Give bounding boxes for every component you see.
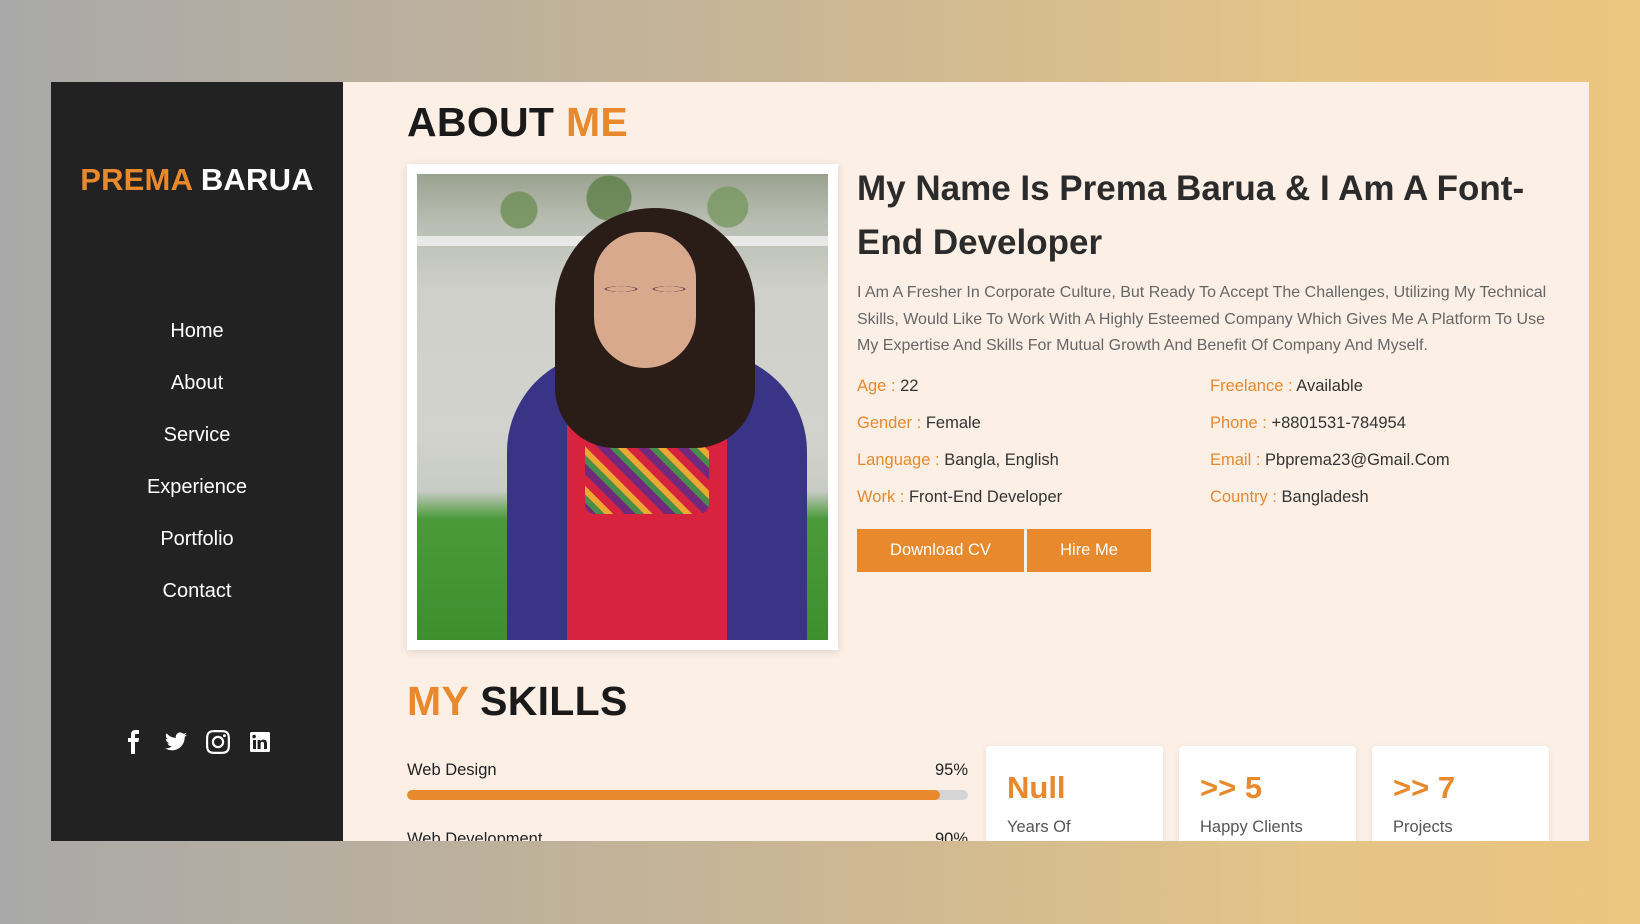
social-links	[51, 728, 343, 756]
info-value: +8801531-784954	[1271, 413, 1406, 432]
about-section-title: ABOUT ME	[407, 99, 628, 146]
stat-number: Null	[1007, 770, 1066, 805]
info-value: Bangla, English	[944, 450, 1059, 469]
skills-title-dark: SKILLS	[480, 678, 628, 724]
nav-item-home[interactable]: Home	[51, 317, 343, 369]
nav-item-experience[interactable]: Experience	[51, 473, 343, 525]
sidebar: PREMA BARUA Home About Service Experienc…	[51, 82, 343, 841]
brand-last: BARUA	[200, 162, 314, 197]
stat-card-years: Null Years Of	[986, 746, 1163, 841]
stat-card-projects: >> 7 Projects	[1372, 746, 1549, 841]
info-key: Phone :	[1210, 413, 1267, 432]
info-age: Age : 22	[857, 374, 1210, 398]
info-value: Available	[1296, 376, 1363, 395]
nav-item-contact[interactable]: Contact	[51, 577, 343, 629]
skill-percent: 95%	[934, 761, 968, 779]
info-key: Work :	[857, 487, 905, 506]
about-buttons: Download CV Hire Me	[857, 528, 1547, 572]
stat-label: Projects	[1393, 818, 1453, 836]
profile-photo-frame	[407, 164, 838, 650]
sidebar-nav: Home About Service Experience Portfolio …	[51, 317, 343, 629]
nav-item-service[interactable]: Service	[51, 421, 343, 473]
skill-row: Web Development 90%	[407, 830, 968, 841]
hire-me-button[interactable]: Hire Me	[1027, 528, 1151, 572]
info-value: Bangladesh	[1281, 487, 1369, 506]
skill-row: Web Design 95%	[407, 761, 968, 800]
info-key: Gender :	[857, 413, 922, 432]
about-description: I Am A Fresher In Corporate Culture, But…	[857, 284, 1547, 354]
main-content: ABOUT ME My Name Is Prema Barua & I Am A…	[343, 82, 1589, 841]
info-email: Email : Pbprema23@Gmail.Com	[1210, 448, 1550, 472]
info-value: Front-End Developer	[908, 487, 1063, 506]
instagram-icon[interactable]	[204, 728, 232, 756]
stat-card-clients: >> 5 Happy Clients	[1179, 746, 1356, 841]
info-freelance: Freelance : Available	[1210, 374, 1550, 398]
info-language: Language : Bangla, English	[857, 448, 1210, 472]
skill-progress-fill	[407, 790, 940, 800]
info-key: Age :	[857, 376, 896, 395]
stats-cards: Null Years Of >> 5 Happy Clients >> 7 Pr…	[986, 746, 1549, 841]
info-value: Pbprema23@Gmail.Com	[1265, 450, 1450, 469]
info-value: Female	[925, 413, 981, 432]
skill-progress-track	[407, 790, 968, 800]
info-key: Country :	[1210, 487, 1277, 506]
info-work: Work : Front-End Developer	[857, 485, 1210, 509]
facebook-icon[interactable]	[120, 728, 148, 756]
skills-list: Web Design 95% Web Development 90%	[407, 761, 968, 841]
personal-info-grid: Age : 22 Freelance : Available Gender : …	[857, 374, 1547, 509]
skill-percent: 90%	[934, 830, 968, 841]
skills-section-title: MY SKILLS	[407, 678, 628, 725]
portfolio-window: PREMA BARUA Home About Service Experienc…	[51, 82, 1589, 841]
about-content: My Name Is Prema Barua & I Am A Font-End…	[857, 162, 1547, 572]
info-key: Freelance :	[1210, 376, 1293, 395]
about-heading: My Name Is Prema Barua & I Am A Font-End…	[857, 169, 1525, 262]
about-title-accent: ME	[565, 99, 629, 145]
about-title-dark: ABOUT	[407, 99, 555, 145]
info-phone: Phone : +8801531-784954	[1210, 411, 1550, 435]
stat-label: Happy Clients	[1200, 818, 1303, 836]
brand-logo[interactable]: PREMA BARUA	[51, 162, 343, 198]
stat-number: >> 5	[1200, 770, 1263, 805]
skill-name: Web Development	[407, 830, 543, 841]
skills-title-accent: MY	[407, 678, 469, 724]
info-value: 22	[900, 376, 919, 395]
stat-number: >> 7	[1393, 770, 1456, 805]
info-key: Email :	[1210, 450, 1261, 469]
brand-first: PREMA	[80, 162, 193, 197]
info-key: Language :	[857, 450, 940, 469]
download-cv-button[interactable]: Download CV	[857, 528, 1024, 572]
linkedin-icon[interactable]	[246, 728, 274, 756]
profile-photo	[417, 174, 828, 640]
skill-name: Web Design	[407, 761, 497, 779]
nav-item-about[interactable]: About	[51, 369, 343, 421]
info-country: Country : Bangladesh	[1210, 485, 1550, 509]
stat-label: Years Of	[1007, 818, 1071, 836]
info-gender: Gender : Female	[857, 411, 1210, 435]
nav-item-portfolio[interactable]: Portfolio	[51, 525, 343, 577]
twitter-icon[interactable]	[162, 728, 190, 756]
